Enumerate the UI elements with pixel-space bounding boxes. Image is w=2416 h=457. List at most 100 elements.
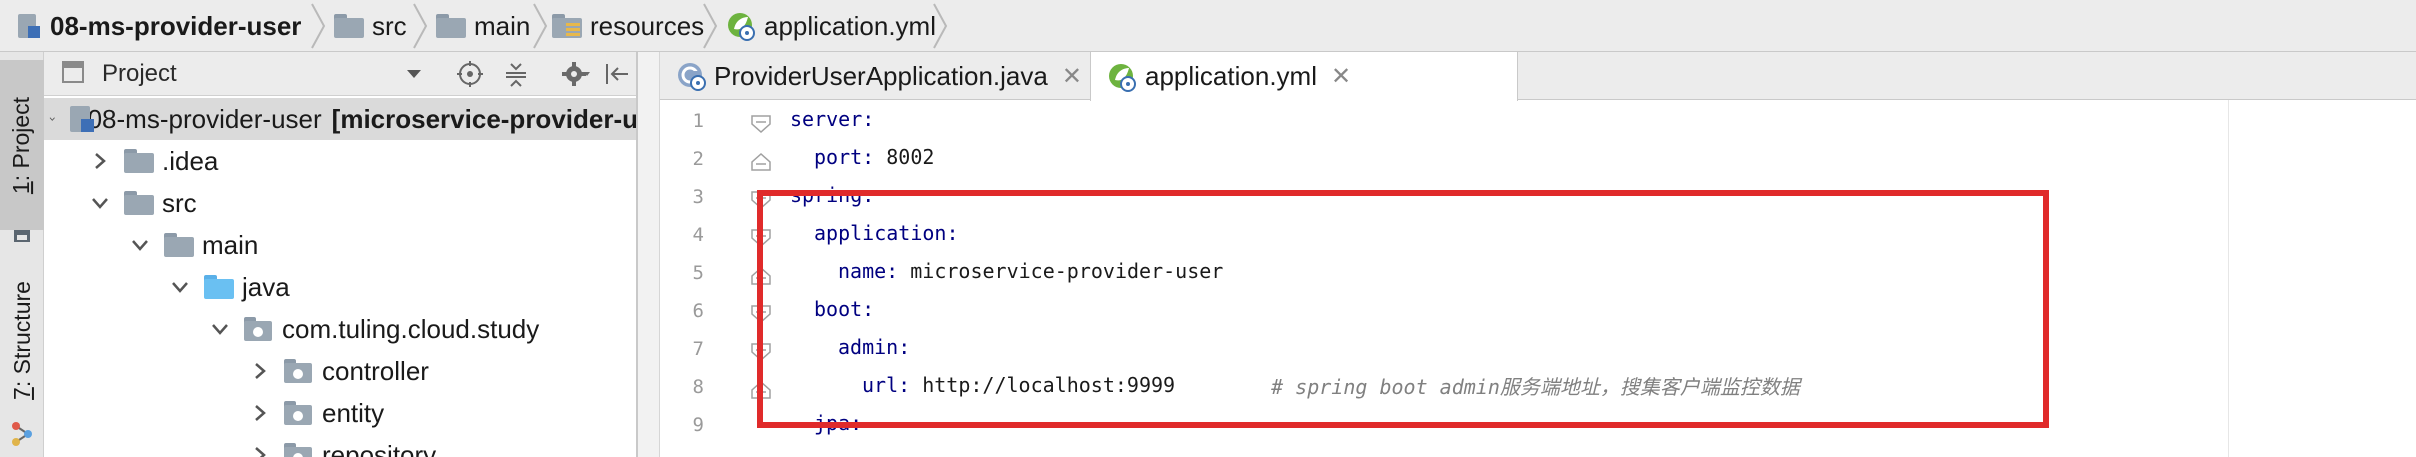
breadcrumb-main-label: main <box>474 10 531 41</box>
chevron-right-icon[interactable] <box>250 361 270 381</box>
breadcrumb-module-label: 08-ms-provider-user <box>50 10 302 41</box>
package-icon <box>244 317 272 341</box>
line-number: 2 <box>692 148 704 170</box>
fold-close-icon[interactable] <box>750 152 772 172</box>
line-number: 3 <box>692 186 704 208</box>
tree-item-package[interactable]: com.tuling.cloud.study <box>44 308 636 350</box>
spring-yaml-icon <box>1109 63 1136 92</box>
tree-item-controller[interactable]: controller <box>44 350 636 392</box>
chevron-down-icon[interactable] <box>49 109 56 129</box>
editor-tab-yml-label: application.yml <box>1145 61 1317 91</box>
tree-item-label: entity <box>322 397 385 428</box>
project-tool-tab[interactable]: 1: Project <box>0 60 44 230</box>
breadcrumb-separator <box>413 3 428 49</box>
breadcrumb-resources-label: resources <box>590 10 705 41</box>
module-icon <box>69 106 94 132</box>
editor-tab-bar: ProviderUserApplication.java ✕ applicati… <box>660 52 2416 101</box>
breadcrumb-file[interactable]: application.yml <box>726 0 936 52</box>
chevron-down-icon[interactable] <box>170 277 190 297</box>
breadcrumb-src-label: src <box>372 10 407 41</box>
code-line: server: <box>790 100 874 138</box>
hide-panel-icon[interactable] <box>602 60 630 88</box>
folder-icon <box>436 14 466 38</box>
scroll-from-source-icon[interactable] <box>456 60 484 88</box>
breadcrumb-separator <box>703 3 718 49</box>
tree-item-idea[interactable]: .idea <box>44 140 636 182</box>
highlight-annotation-box <box>757 190 2049 428</box>
tool-window-stripe: 1: Project 7: Structure <box>0 52 44 457</box>
line-number: 8 <box>692 376 704 398</box>
tree-item-main[interactable]: main <box>44 224 636 266</box>
fold-open-icon[interactable] <box>750 114 772 134</box>
folder-icon <box>124 149 154 173</box>
structure-tool-tab[interactable]: 7: Structure <box>0 240 44 440</box>
editor-tab-yml[interactable]: application.yml ✕ <box>1090 52 1518 101</box>
tree-item-java[interactable]: java <box>44 266 636 308</box>
close-tab-icon[interactable]: ✕ <box>1331 62 1351 91</box>
yaml-value: 8002 <box>874 145 935 169</box>
navigation-breadcrumb: 08-ms-provider-user src main resources a… <box>0 0 2416 52</box>
code-line: port: 8002 <box>814 138 934 176</box>
breadcrumb-main[interactable]: main <box>436 0 530 52</box>
tree-item-repository[interactable]: repository <box>44 434 636 457</box>
chevron-right-icon[interactable] <box>250 445 270 457</box>
breadcrumb-separator <box>933 3 948 49</box>
spring-yaml-icon <box>728 13 755 41</box>
line-number: 9 <box>692 414 704 436</box>
folder-icon <box>164 233 194 257</box>
project-view-icon <box>60 59 88 87</box>
tree-item-root-module[interactable]: 08-ms-provider-user [microservice-provid… <box>44 98 636 140</box>
breadcrumb-module[interactable]: 08-ms-provider-user <box>18 0 301 52</box>
tree-item-src[interactable]: src <box>44 182 636 224</box>
yaml-key: server: <box>790 107 875 131</box>
dropdown-arrow-icon[interactable] <box>406 68 422 80</box>
resources-folder-icon <box>552 14 582 38</box>
line-number: 4 <box>692 224 704 246</box>
chevron-down-icon[interactable] <box>90 193 110 213</box>
module-icon <box>18 14 40 38</box>
tree-item-label: repository <box>322 439 437 457</box>
source-folder-icon <box>204 275 234 299</box>
folder-icon <box>124 191 154 215</box>
collapse-all-icon[interactable] <box>502 60 530 88</box>
tree-item-entity[interactable]: entity <box>44 392 636 434</box>
package-icon <box>284 401 312 425</box>
yaml-key: port: <box>814 145 875 169</box>
tree-item-label: main <box>202 229 259 260</box>
structure-icon <box>12 422 32 446</box>
editor-tab-java-label: ProviderUserApplication.java <box>714 60 1048 91</box>
project-tool-window: Project 08-ms-provider-user [microservic… <box>44 52 638 457</box>
project-panel-header: Project <box>44 52 636 96</box>
package-icon <box>284 443 312 457</box>
close-tab-icon[interactable]: ✕ <box>1062 62 1082 91</box>
breadcrumb-src[interactable]: src <box>334 0 407 52</box>
chevron-down-icon[interactable] <box>210 319 230 339</box>
chevron-right-icon[interactable] <box>250 403 270 423</box>
project-view-selector[interactable]: Project <box>102 52 177 96</box>
line-number: 5 <box>692 262 704 284</box>
spring-class-icon <box>678 63 706 91</box>
chevron-right-icon[interactable] <box>90 151 110 171</box>
breadcrumb-resources[interactable]: resources <box>552 0 704 52</box>
breadcrumb-separator <box>533 3 548 49</box>
editor-tab-java[interactable]: ProviderUserApplication.java ✕ <box>676 52 1082 100</box>
tree-item-label: java <box>242 271 290 302</box>
package-icon <box>284 359 312 383</box>
tree-item-label: .idea <box>162 145 219 176</box>
line-number: 6 <box>692 300 704 322</box>
root-module-name: 08-ms-provider-user <box>87 103 322 134</box>
chevron-down-icon[interactable] <box>130 235 150 255</box>
line-number: 7 <box>692 338 704 360</box>
line-number: 1 <box>692 110 704 132</box>
folder-icon <box>334 14 364 38</box>
project-tool-tab-label: 1: Project <box>8 96 35 194</box>
tree-item-label: com.tuling.cloud.study <box>282 313 540 344</box>
line-number-gutter: 1 2 3 4 5 6 7 8 9 <box>660 100 740 457</box>
tree-item-label: controller <box>322 355 429 386</box>
project-view-label: Project <box>102 60 177 87</box>
right-margin-guide <box>2228 100 2229 457</box>
gear-icon[interactable] <box>562 60 590 88</box>
tree-item-label: src <box>162 187 197 218</box>
panel-divider[interactable] <box>638 52 660 457</box>
structure-tool-tab-label: 7: Structure <box>8 280 35 400</box>
